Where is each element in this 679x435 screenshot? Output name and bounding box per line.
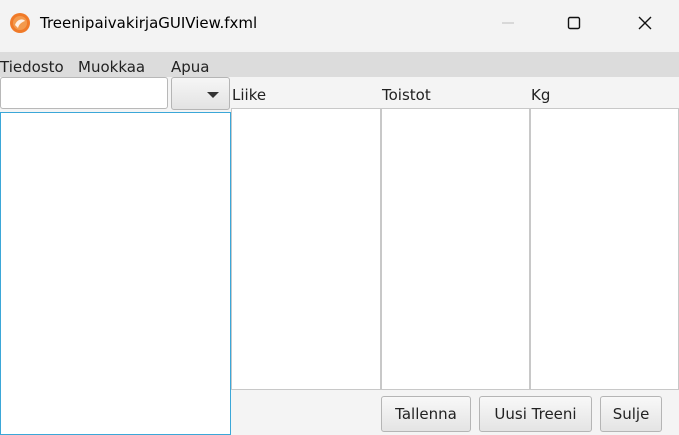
- column-header-kg[interactable]: Kg: [531, 85, 550, 105]
- maximize-icon: [567, 16, 581, 29]
- left-panel: [0, 77, 231, 435]
- menu-apua[interactable]: Apua: [171, 57, 209, 77]
- column-header-toistot[interactable]: Toistot: [382, 85, 431, 105]
- menu-muokkaa[interactable]: Muokkaa: [78, 57, 145, 77]
- footer-divider: [231, 389, 679, 390]
- sort-combo-box[interactable]: [171, 77, 230, 110]
- menu-tiedosto[interactable]: Tiedosto: [0, 57, 64, 77]
- new-workout-button[interactable]: Uusi Treeni: [479, 396, 592, 432]
- menu-bar: Tiedosto Muokkaa Apua: [0, 52, 679, 77]
- search-input[interactable]: [0, 77, 168, 109]
- close-icon: [638, 16, 652, 29]
- close-window-button[interactable]: [622, 0, 668, 45]
- window-title: TreenipaivakirjaGUIView.fxml: [40, 14, 258, 32]
- column-liike[interactable]: [231, 109, 381, 389]
- minimize-icon: [502, 22, 514, 23]
- app-icon: [9, 12, 31, 34]
- close-button[interactable]: Sulje: [600, 396, 662, 432]
- maximize-button[interactable]: [551, 0, 597, 45]
- workout-list[interactable]: [0, 112, 231, 435]
- exercise-table: Liike Toistot Kg Tallenna Uusi Treeni Su…: [231, 77, 679, 435]
- chevron-down-icon: [207, 92, 219, 98]
- column-toistot[interactable]: [381, 109, 530, 389]
- title-bar: TreenipaivakirjaGUIView.fxml: [0, 0, 679, 52]
- column-kg[interactable]: [530, 109, 679, 389]
- column-header-liike[interactable]: Liike: [232, 85, 266, 105]
- save-button[interactable]: Tallenna: [381, 396, 471, 432]
- minimize-button[interactable]: [485, 0, 531, 45]
